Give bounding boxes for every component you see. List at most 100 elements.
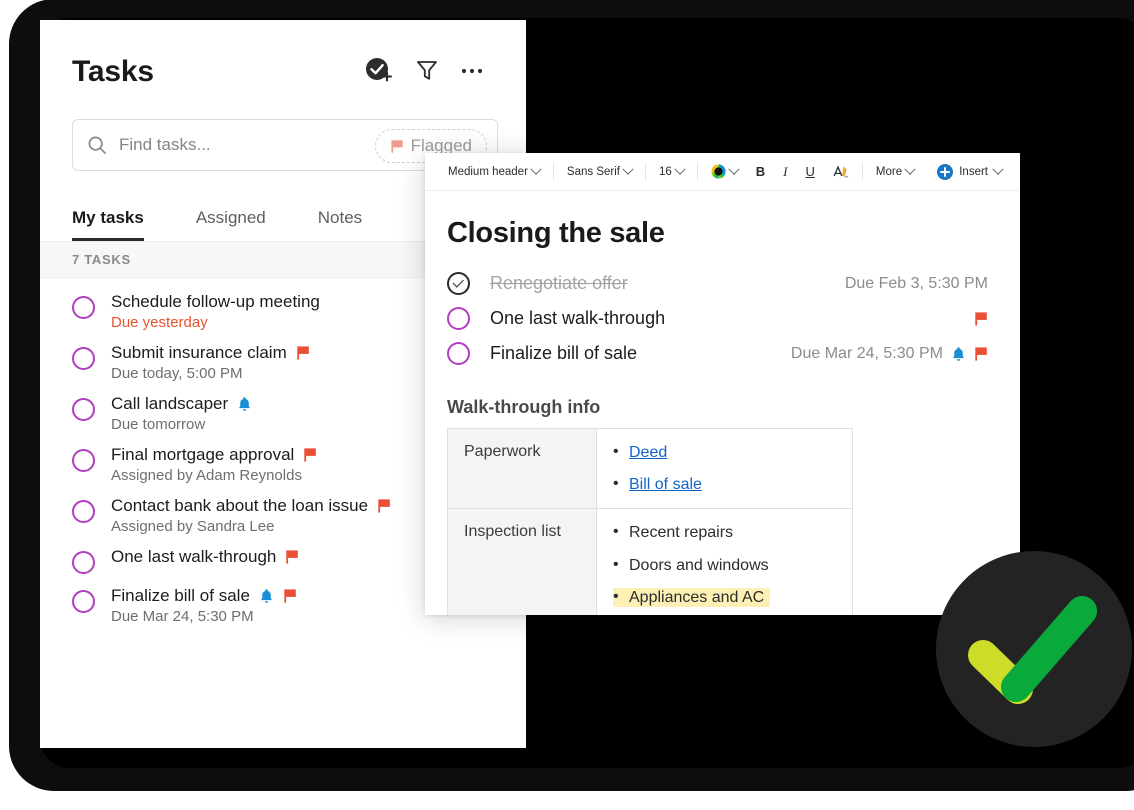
reminder-bell-icon bbox=[952, 346, 965, 361]
checkmark-icon bbox=[968, 596, 1097, 704]
task-title: One last walk-through bbox=[111, 547, 277, 566]
task-checkbox[interactable] bbox=[72, 551, 95, 574]
note-body: Closing the sale Renegotiate offer Due Fe… bbox=[425, 191, 1020, 615]
underline-button[interactable]: U bbox=[797, 164, 824, 179]
toolbar-divider bbox=[552, 163, 554, 180]
cell-list-item: Appliances and AC bbox=[613, 587, 771, 607]
task-title: Call landscaper bbox=[111, 394, 229, 413]
paragraph-style-dropdown[interactable]: Medium header bbox=[439, 163, 549, 178]
table-row-header: Paperwork bbox=[447, 427, 597, 510]
table-cell: Recent repairs Doors and windows Appliance… bbox=[596, 508, 853, 615]
tab-my-tasks[interactable]: My tasks bbox=[72, 208, 144, 241]
toolbar-divider bbox=[696, 163, 698, 180]
more-options-icon[interactable] bbox=[460, 59, 484, 88]
task-title: Contact bank about the loan issue bbox=[111, 496, 369, 515]
paragraph-style-label: Medium header bbox=[448, 165, 528, 178]
flag-icon bbox=[285, 549, 299, 565]
walkthrough-table: Paperwork Deed Bill of sale Inspection list… bbox=[447, 427, 853, 615]
screenshot-root: Tasks Find tasks... Flagged My tasks Ass… bbox=[0, 0, 1134, 810]
cell-list-item: Recent repairs bbox=[613, 522, 838, 542]
flag-icon bbox=[286, 550, 299, 564]
chevron-down-icon bbox=[622, 163, 634, 175]
green-checkmark-badge bbox=[936, 551, 1132, 747]
note-task-checkbox[interactable] bbox=[447, 307, 470, 330]
note-task-due-date: Due Mar 24, 5:30 PM bbox=[790, 344, 943, 362]
cell-link-item[interactable]: Bill of sale bbox=[613, 474, 838, 494]
table-cell: Deed Bill of sale bbox=[596, 427, 853, 510]
font-family-label: Sans Serif bbox=[566, 165, 620, 178]
more-formatting-dropdown[interactable]: More bbox=[867, 163, 923, 178]
flag-icon bbox=[304, 448, 317, 462]
task-checkbox[interactable] bbox=[72, 590, 95, 613]
reminder-bell-icon bbox=[239, 397, 251, 411]
flag-icon bbox=[297, 346, 309, 360]
cell-link-item[interactable]: Deed bbox=[613, 442, 838, 462]
flag-icon bbox=[303, 447, 317, 463]
italic-button[interactable]: I bbox=[774, 164, 796, 180]
note-task-row[interactable]: Finalize bill of sale Due Mar 24, 5:30 PM bbox=[447, 336, 988, 371]
flag-icon bbox=[283, 588, 297, 604]
bold-button[interactable]: B bbox=[747, 164, 774, 179]
reminder-bell-icon bbox=[260, 589, 273, 603]
flag-icon bbox=[975, 311, 987, 326]
note-task-meta: Due Feb 3, 5:30 PM bbox=[845, 275, 988, 293]
font-size-dropdown[interactable]: 16 bbox=[650, 163, 693, 178]
text-highlight-icon bbox=[833, 165, 848, 178]
chevron-down-icon bbox=[728, 163, 740, 175]
tasks-header: Tasks bbox=[40, 20, 526, 89]
table-row: Paperwork Deed Bill of sale bbox=[447, 427, 853, 510]
note-task-row[interactable]: Renegotiate offer Due Feb 3, 5:30 PM bbox=[447, 266, 988, 301]
insert-button[interactable]: Insert bbox=[937, 163, 1006, 180]
task-checkbox[interactable] bbox=[72, 500, 95, 523]
note-section-title: Walk-through info bbox=[447, 397, 601, 417]
font-family-dropdown[interactable]: Sans Serif bbox=[558, 163, 641, 178]
toolbar-divider bbox=[644, 163, 646, 180]
cell-item-label: Bill of sale bbox=[629, 476, 702, 494]
note-task-checkbox[interactable] bbox=[447, 342, 470, 365]
table-row-header: Inspection list bbox=[447, 508, 597, 615]
more-label: More bbox=[875, 165, 903, 178]
cell-item-label: Recent repairs bbox=[629, 524, 734, 542]
task-title: Finalize bill of sale bbox=[111, 586, 250, 605]
font-size-label: 16 bbox=[658, 165, 672, 178]
tab-assigned[interactable]: Assigned bbox=[196, 208, 266, 241]
note-toolbar: Medium header Sans Serif 16 B I U More I… bbox=[425, 153, 1020, 191]
task-checkbox[interactable] bbox=[72, 398, 95, 421]
flag-icon bbox=[390, 139, 403, 153]
flag-icon bbox=[975, 346, 987, 361]
flag-icon bbox=[974, 346, 988, 362]
toolbar-divider bbox=[861, 163, 863, 180]
task-checkbox[interactable] bbox=[72, 347, 95, 370]
note-task-checkbox-checked[interactable] bbox=[447, 272, 470, 295]
note-task-due-date: Due Feb 3, 5:30 PM bbox=[844, 274, 988, 292]
chevron-down-icon bbox=[904, 163, 916, 175]
add-task-icon[interactable] bbox=[364, 58, 394, 89]
search-icon bbox=[87, 135, 107, 155]
note-task-list: Renegotiate offer Due Feb 3, 5:30 PM One l… bbox=[447, 266, 988, 371]
reminder-bell-icon bbox=[259, 588, 274, 604]
flag-icon bbox=[974, 311, 988, 327]
tab-notes[interactable]: Notes bbox=[318, 208, 362, 241]
flag-icon bbox=[377, 498, 391, 514]
plus-circle-icon bbox=[937, 163, 954, 180]
task-checkbox[interactable] bbox=[72, 296, 95, 319]
text-color-picker[interactable] bbox=[702, 163, 747, 179]
note-panel: Medium header Sans Serif 16 B I U More I… bbox=[425, 153, 1020, 615]
chevron-down-icon bbox=[674, 163, 686, 175]
flag-icon bbox=[284, 589, 296, 603]
filter-icon[interactable] bbox=[416, 59, 438, 88]
cell-item-label: Doors and windows bbox=[629, 556, 769, 574]
task-checkbox[interactable] bbox=[72, 449, 95, 472]
task-title: Submit insurance claim bbox=[111, 343, 287, 362]
cell-item-label: Appliances and AC bbox=[629, 588, 765, 606]
note-task-row[interactable]: One last walk-through bbox=[447, 301, 988, 336]
reminder-bell-icon bbox=[237, 396, 252, 412]
table-row: Inspection list Recent repairs Doors and w… bbox=[447, 508, 853, 615]
chevron-down-icon bbox=[992, 163, 1004, 175]
note-task-label: One last walk-through bbox=[490, 308, 666, 328]
reminder-bell-icon bbox=[951, 346, 966, 362]
task-title: Schedule follow-up meeting bbox=[111, 292, 320, 311]
highlight-button[interactable] bbox=[824, 164, 858, 179]
note-task-label: Renegotiate offer bbox=[490, 273, 628, 293]
tasks-header-actions bbox=[364, 54, 484, 89]
